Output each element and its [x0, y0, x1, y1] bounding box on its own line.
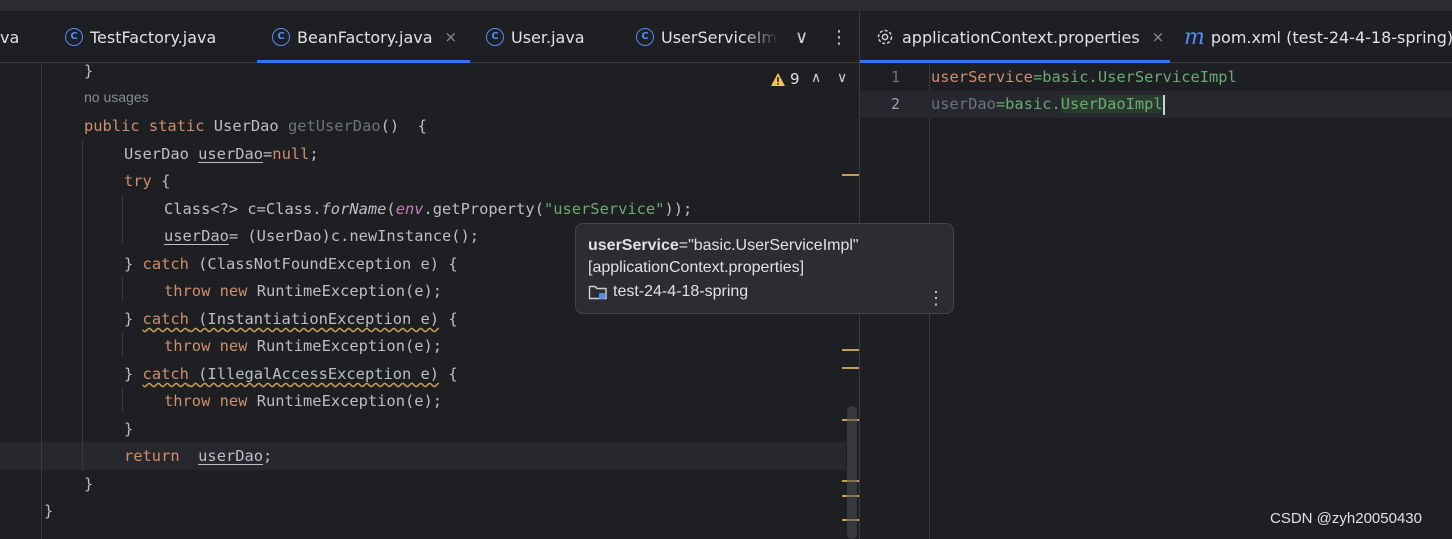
- tab-application-context-properties[interactable]: applicationContext.properties ×: [860, 11, 1170, 63]
- close-icon[interactable]: ×: [1152, 28, 1165, 46]
- property-line: userService=basic.UserServiceImpl: [931, 68, 1237, 86]
- code-line: userDao= (UserDao)c.newInstance();: [164, 227, 480, 245]
- vertical-scrollbar-thumb[interactable]: [847, 406, 857, 539]
- watermark: CSDN @zyh20050430: [1270, 510, 1422, 527]
- window-top-strip: [0, 0, 1452, 11]
- code-line: UserDao userDao=null;: [124, 145, 319, 163]
- gear-icon: [876, 28, 894, 46]
- indent-guide: [122, 332, 123, 357]
- code-line-method-signature: public static UserDao getUserDao() {: [84, 117, 427, 135]
- code-line-warning: } catch (IllegalAccessException e) {: [124, 365, 458, 383]
- tab-testfactory[interactable]: C TestFactory.java: [65, 11, 245, 63]
- maven-icon: m: [1184, 24, 1205, 50]
- line-number: 2: [890, 95, 900, 113]
- warning-marker[interactable]: [842, 349, 859, 351]
- code-line: Class<?> c=Class.forName(env.getProperty…: [164, 200, 693, 218]
- indent-guide: [122, 277, 123, 302]
- java-class-icon: C: [486, 28, 504, 46]
- inspection-widget[interactable]: 9: [770, 70, 800, 88]
- tab-label: BeanFactory.java: [297, 27, 433, 47]
- module-folder-icon: [588, 285, 607, 300]
- tab-label: pom.xml (test-24-4-18-spring): [1210, 27, 1452, 47]
- warning-marker[interactable]: [842, 174, 859, 176]
- tooltip-file: [applicationContext.properties]: [588, 259, 805, 276]
- tab-partial-file[interactable]: va: [0, 11, 20, 63]
- code-line: }: [44, 502, 54, 520]
- tooltip-module[interactable]: test-24-4-18-spring: [588, 283, 748, 301]
- tooltip-property: userService="basic.UserServiceImpl": [588, 237, 859, 254]
- text-caret: [1162, 94, 1165, 115]
- code-line: }: [84, 475, 94, 493]
- java-class-icon: C: [636, 28, 654, 46]
- indent-guide: [41, 64, 42, 539]
- tab-label: UserServiceImpl: [661, 27, 780, 47]
- code-line: throw new RuntimeException(e);: [164, 282, 443, 300]
- quick-documentation-popup[interactable]: userService="basic.UserServiceImpl" [app…: [575, 223, 954, 314]
- warning-count: 9: [790, 70, 800, 88]
- code-line: try {: [124, 172, 171, 190]
- tab-user[interactable]: C User.java: [486, 11, 616, 63]
- left-editor-tabbar: va C TestFactory.java C BeanFactory.java…: [0, 11, 859, 63]
- code-line-return: return userDao;: [124, 447, 273, 465]
- code-line: throw new RuntimeException(e);: [164, 392, 443, 410]
- tab-label: applicationContext.properties: [902, 27, 1140, 47]
- right-editor-tabbar: applicationContext.properties × m pom.xm…: [860, 11, 1452, 63]
- tab-beanfactory[interactable]: C BeanFactory.java ×: [257, 11, 470, 63]
- tab-label: va: [0, 27, 20, 47]
- next-highlight-chevron-down-icon[interactable]: ∨: [837, 70, 847, 86]
- code-line: }: [84, 62, 94, 80]
- usage-hint[interactable]: no usages: [84, 89, 149, 105]
- tab-label: TestFactory.java: [90, 27, 217, 47]
- indent-guide: [122, 387, 123, 412]
- indent-guide: [122, 195, 123, 243]
- code-line-warning: } catch (InstantiationException e) {: [124, 310, 458, 328]
- tab-userserviceimpl[interactable]: C UserServiceImpl: [636, 11, 780, 63]
- warning-marker[interactable]: [842, 367, 859, 369]
- java-class-icon: C: [272, 28, 290, 46]
- indent-guide: [82, 140, 83, 470]
- line-number: 1: [890, 68, 900, 86]
- more-options-icon[interactable]: ⋮: [830, 11, 848, 63]
- more-options-icon[interactable]: ⋮: [927, 288, 945, 309]
- property-line: userDao=basic.UserDaoImpl: [931, 94, 1165, 115]
- tab-pom-xml[interactable]: m pom.xml (test-24-4-18-spring): [1184, 11, 1452, 63]
- previous-highlight-chevron-up-icon[interactable]: ∧: [811, 70, 821, 86]
- code-line: throw new RuntimeException(e);: [164, 337, 443, 355]
- java-class-icon: C: [65, 28, 83, 46]
- tab-label: User.java: [511, 27, 585, 47]
- code-line: } catch (ClassNotFoundException e) {: [124, 255, 458, 273]
- warning-icon: [771, 72, 785, 86]
- code-line: }: [124, 420, 134, 438]
- tabs-dropdown-chevron-icon[interactable]: ∨: [795, 11, 808, 63]
- close-icon[interactable]: ×: [445, 28, 458, 46]
